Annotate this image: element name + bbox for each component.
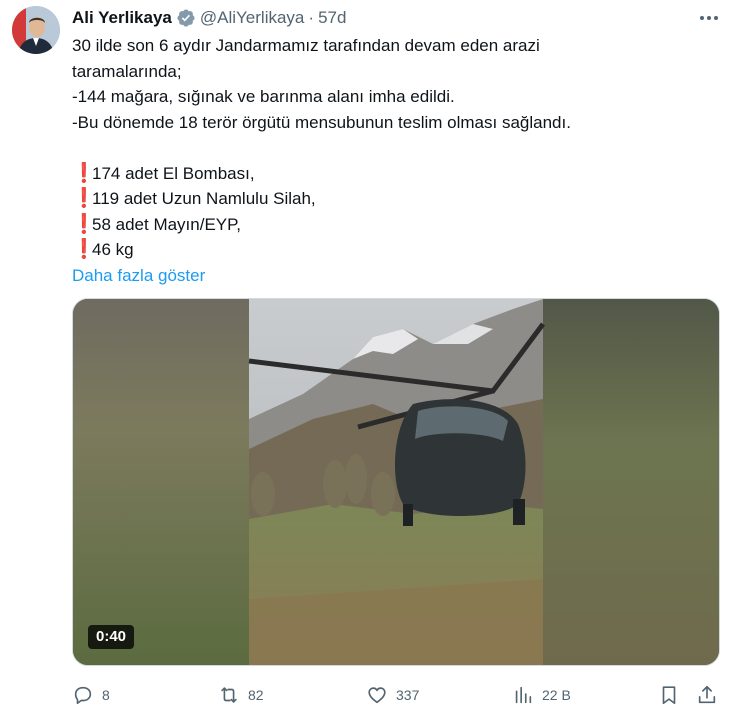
video-player[interactable]: [72, 298, 720, 666]
bookmark-button[interactable]: [658, 682, 680, 708]
repost-count: 82: [248, 687, 264, 703]
show-more-link[interactable]: Daha fazla göster: [72, 263, 722, 289]
like-count: 337: [396, 687, 420, 703]
bullet-item: ❗119 adet Uzun Namlulu Silah,: [72, 186, 722, 212]
video-duration: 0:40: [88, 625, 135, 649]
author-name[interactable]: Ali Yerlikaya: [72, 8, 172, 28]
action-bar: 8 82 337 22 B: [72, 682, 720, 708]
reply-button[interactable]: 8: [72, 682, 110, 708]
tweet-text: 30 ilde son 6 aydır Jandarmamız tarafınd…: [72, 33, 722, 288]
separator-dot: ·: [308, 8, 315, 27]
more-icon[interactable]: [697, 8, 721, 28]
exclamation-icon: ❗: [72, 239, 96, 260]
share-button[interactable]: [696, 682, 718, 708]
reply-icon: [74, 686, 92, 705]
tweet-line: taramalarında;: [72, 61, 182, 81]
tweet-line: -Bu dönemde 18 terör örgütü mensubunun t…: [72, 112, 571, 132]
tweet-line: -144 mağara, sığınak ve barınma alanı im…: [72, 87, 455, 106]
tweet-line: 30 ilde son 6 aydır Jandarmamız tarafınd…: [72, 36, 540, 55]
bullet-item: ❗58 adet Mayın/EYP,: [72, 212, 722, 238]
avatar[interactable]: [12, 6, 60, 54]
bullet-text: 58 adet Mayın/EYP,: [92, 214, 242, 234]
bookmark-icon: [662, 686, 676, 705]
share-icon: [698, 685, 716, 704]
like-button[interactable]: 337: [366, 682, 419, 708]
views-count: 22 B: [542, 687, 571, 703]
tweet-header: Ali Yerlikaya @AliYerlikaya · 57d: [72, 7, 346, 29]
exclamation-icon: ❗: [72, 213, 96, 235]
reply-count: 8: [102, 687, 110, 703]
bullet-item: ❗46 kg: [72, 237, 722, 263]
author-handle[interactable]: @AliYerlikaya: [200, 8, 305, 28]
repost-button[interactable]: 82: [218, 682, 264, 708]
repost-icon: [221, 687, 237, 703]
views-button[interactable]: 22 B: [512, 682, 571, 708]
verified-badge-icon[interactable]: [176, 8, 196, 28]
like-icon: [368, 687, 386, 704]
timestamp[interactable]: 57d: [318, 8, 346, 28]
bullet-text: 119 adet Uzun Namlulu Silah,: [92, 189, 316, 208]
bullet-item: ❗174 adet El Bombası,: [72, 161, 722, 187]
bullet-text: 46 kg: [92, 240, 134, 259]
views-icon: [515, 686, 532, 704]
exclamation-icon: ❗: [72, 188, 96, 209]
exclamation-icon: ❗: [72, 162, 96, 184]
bullet-text: 174 adet El Bombası,: [92, 163, 255, 183]
